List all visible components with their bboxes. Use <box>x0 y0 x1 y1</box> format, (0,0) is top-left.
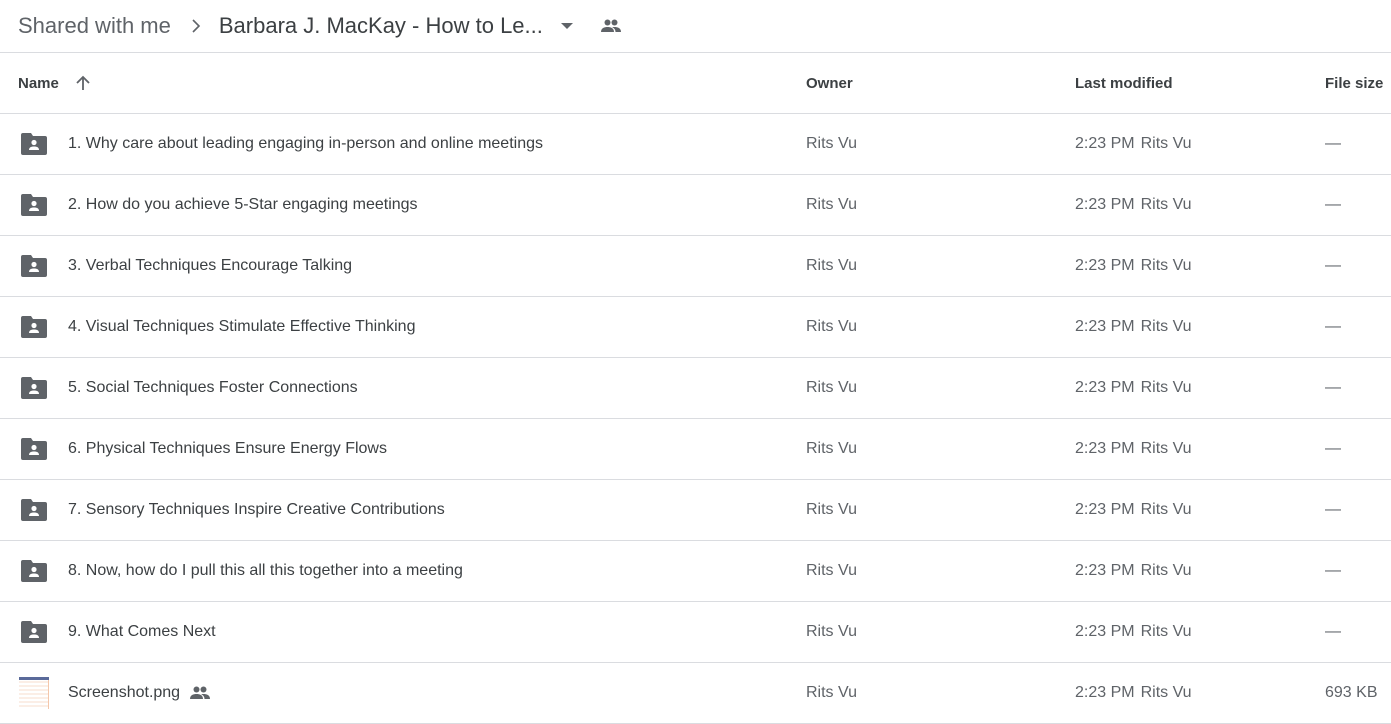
file-row[interactable]: 9. What Comes Next Rits Vu 2:23 PM Rits V… <box>0 602 1391 663</box>
breadcrumb-shared-with-me[interactable]: Shared with me <box>18 13 171 39</box>
file-last-modified: 2:23 PM Rits Vu <box>1075 623 1192 641</box>
file-row[interactable]: Screenshot.png Rits Vu 2:23 PM Rits Vu 69… <box>0 663 1391 724</box>
file-name: 8. Now, how do I pull this all this toge… <box>68 562 463 579</box>
file-row[interactable]: 6. Physical Techniques Ensure Energy Flo… <box>0 419 1391 480</box>
file-name: 7. Sensory Techniques Inspire Creative C… <box>68 501 445 518</box>
file-size: — <box>1325 562 1341 579</box>
file-last-modified: 2:23 PM Rits Vu <box>1075 257 1192 275</box>
caret-down-icon[interactable] <box>560 23 573 29</box>
modified-by: Rits Vu <box>1140 440 1192 457</box>
file-name: 2. How do you achieve 5-Star engaging me… <box>68 196 418 213</box>
shared-folder-icon <box>21 438 47 460</box>
file-row[interactable]: 3. Verbal Techniques Encourage Talking R… <box>0 236 1391 297</box>
file-last-modified: 2:23 PM Rits Vu <box>1075 379 1192 397</box>
column-header-last-modified[interactable]: Last modified <box>1075 75 1173 92</box>
modified-time: 2:23 PM <box>1075 379 1135 396</box>
modified-time: 2:23 PM <box>1075 318 1135 335</box>
modified-by: Rits Vu <box>1140 196 1192 213</box>
file-last-modified: 2:23 PM Rits Vu <box>1075 135 1192 153</box>
file-size: — <box>1325 135 1341 152</box>
arrow-up-icon[interactable] <box>75 75 91 91</box>
column-header-owner[interactable]: Owner <box>806 75 853 92</box>
modified-time: 2:23 PM <box>1075 562 1135 579</box>
file-size: — <box>1325 501 1341 518</box>
modified-by: Rits Vu <box>1140 562 1192 579</box>
column-header-file-size[interactable]: File size <box>1325 75 1383 92</box>
modified-by: Rits Vu <box>1140 257 1192 274</box>
image-thumbnail-icon <box>19 677 51 709</box>
modified-time: 2:23 PM <box>1075 501 1135 518</box>
shared-people-icon <box>190 686 211 700</box>
file-name: 5. Social Techniques Foster Connections <box>68 379 358 396</box>
file-size: 693 KB <box>1325 684 1378 701</box>
file-owner: Rits Vu <box>806 318 857 335</box>
file-row[interactable]: 4. Visual Techniques Stimulate Effective… <box>0 297 1391 358</box>
file-name: Screenshot.png <box>68 684 211 702</box>
file-size: — <box>1325 440 1341 457</box>
file-owner: Rits Vu <box>806 196 857 213</box>
file-size: — <box>1325 379 1341 396</box>
file-size: — <box>1325 196 1341 213</box>
file-last-modified: 2:23 PM Rits Vu <box>1075 196 1192 214</box>
file-name: 4. Visual Techniques Stimulate Effective… <box>68 318 416 335</box>
modified-time: 2:23 PM <box>1075 196 1135 213</box>
file-last-modified: 2:23 PM Rits Vu <box>1075 501 1192 519</box>
shared-folder-icon <box>21 560 47 582</box>
breadcrumb-bar: Shared with me Barbara J. MacKay - How t… <box>0 0 1391 53</box>
shared-folder-icon <box>21 194 47 216</box>
modified-time: 2:23 PM <box>1075 623 1135 640</box>
file-row[interactable]: 2. How do you achieve 5-Star engaging me… <box>0 175 1391 236</box>
file-owner: Rits Vu <box>806 684 857 701</box>
modified-by: Rits Vu <box>1140 135 1192 152</box>
modified-by: Rits Vu <box>1140 684 1192 701</box>
column-header-name[interactable]: Name <box>18 75 91 92</box>
modified-by: Rits Vu <box>1140 379 1192 396</box>
file-last-modified: 2:23 PM Rits Vu <box>1075 440 1192 458</box>
file-name: 6. Physical Techniques Ensure Energy Flo… <box>68 440 387 457</box>
file-last-modified: 2:23 PM Rits Vu <box>1075 318 1192 336</box>
file-name: 9. What Comes Next <box>68 623 216 640</box>
shared-folder-icon <box>21 621 47 643</box>
file-row[interactable]: 1. Why care about leading engaging in-pe… <box>0 114 1391 175</box>
file-owner: Rits Vu <box>806 623 857 640</box>
file-owner: Rits Vu <box>806 379 857 396</box>
shared-folder-icon <box>21 316 47 338</box>
shared-folder-icon <box>21 255 47 277</box>
modified-time: 2:23 PM <box>1075 257 1135 274</box>
people-icon <box>600 19 621 33</box>
file-owner: Rits Vu <box>806 501 857 518</box>
modified-by: Rits Vu <box>1140 623 1192 640</box>
modified-by: Rits Vu <box>1140 501 1192 518</box>
file-last-modified: 2:23 PM Rits Vu <box>1075 562 1192 580</box>
file-size: — <box>1325 318 1341 335</box>
modified-time: 2:23 PM <box>1075 135 1135 152</box>
file-row[interactable]: 8. Now, how do I pull this all this toge… <box>0 541 1391 602</box>
chevron-right-icon <box>191 19 201 33</box>
shared-folder-icon <box>21 499 47 521</box>
file-owner: Rits Vu <box>806 257 857 274</box>
file-name: 1. Why care about leading engaging in-pe… <box>68 135 543 152</box>
shared-folder-icon <box>21 377 47 399</box>
modified-by: Rits Vu <box>1140 318 1192 335</box>
shared-folder-icon <box>21 133 47 155</box>
file-owner: Rits Vu <box>806 562 857 579</box>
file-name: 3. Verbal Techniques Encourage Talking <box>68 257 353 274</box>
image-thumbnail <box>19 677 49 709</box>
column-header-row: Name Owner Last modified File size <box>0 53 1391 114</box>
file-last-modified: 2:23 PM Rits Vu <box>1075 684 1192 702</box>
file-size: — <box>1325 623 1341 640</box>
file-list: 1. Why care about leading engaging in-pe… <box>0 114 1391 724</box>
file-owner: Rits Vu <box>806 135 857 152</box>
file-owner: Rits Vu <box>806 440 857 457</box>
file-size: — <box>1325 257 1341 274</box>
modified-time: 2:23 PM <box>1075 684 1135 701</box>
breadcrumb-current-folder[interactable]: Barbara J. MacKay - How to Le... <box>219 13 543 39</box>
file-row[interactable]: 7. Sensory Techniques Inspire Creative C… <box>0 480 1391 541</box>
modified-time: 2:23 PM <box>1075 440 1135 457</box>
file-row[interactable]: 5. Social Techniques Foster Connections … <box>0 358 1391 419</box>
column-name-label: Name <box>18 74 59 92</box>
